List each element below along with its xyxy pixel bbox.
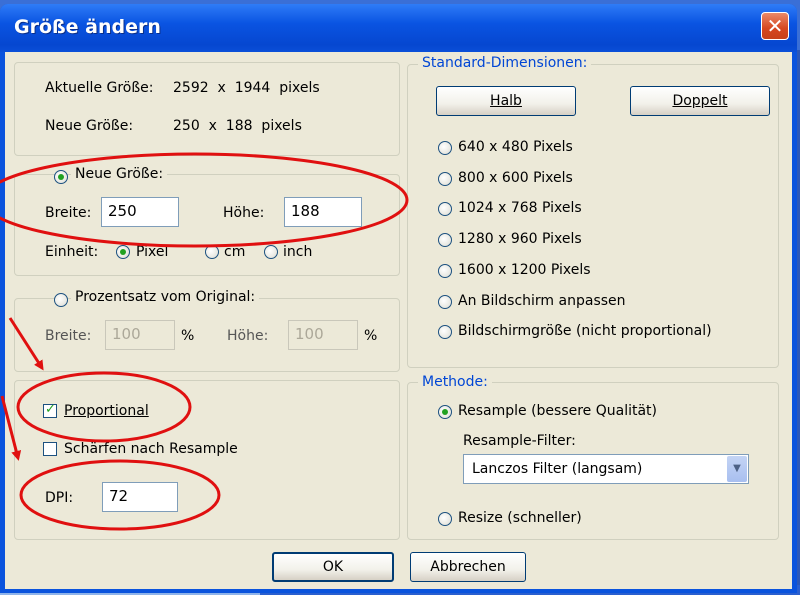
percent-height-input[interactable]: 100 [288,320,358,350]
new-size-label: Neue Größe: [45,118,134,134]
cancel-button[interactable]: Abbrechen [410,552,526,582]
method-legend: Methode: [418,374,492,390]
standard-dimensions-legend: Standard-Dimensionen: [418,55,592,71]
double-button[interactable]: Doppelt [630,86,770,116]
unit-cm-label[interactable]: cm [224,244,245,260]
current-size-label: Aktuelle Größe: [45,80,154,96]
new-size-radio[interactable] [54,170,68,184]
unit-cm-radio[interactable] [205,245,219,259]
dim-800-label[interactable]: 800 x 600 Pixels [458,170,573,186]
percent-height-label: Höhe: [227,328,269,344]
resample-label[interactable]: Resample (bessere Qualität) [458,403,657,419]
dim-1024-label[interactable]: 1024 x 768 Pixels [458,200,582,216]
window-title: Größe ändern [14,16,161,38]
ok-button[interactable]: OK [272,552,394,582]
close-button[interactable]: ✕ [761,12,789,40]
percent-radio[interactable] [54,293,68,307]
resize-radio[interactable] [438,512,452,526]
width-label: Breite: [45,205,92,221]
unit-pixel-radio[interactable] [116,245,130,259]
screen-size-label[interactable]: Bildschirmgröße (nicht proportional) [458,323,712,339]
close-icon: ✕ [766,14,784,38]
dpi-input[interactable]: 72 [102,482,178,512]
dim-1024-radio[interactable] [438,202,452,216]
current-size-value: 2592 x 1944 pixels [173,80,320,96]
dim-800-radio[interactable] [438,172,452,186]
half-button[interactable]: Halb [436,86,576,116]
sharpen-label[interactable]: Schärfen nach Resample [64,441,238,457]
height-input[interactable]: 188 [284,197,362,227]
unit-label: Einheit: [45,244,99,260]
dim-640-radio[interactable] [438,141,452,155]
dim-1600-radio[interactable] [438,264,452,278]
new-size-value: 250 x 188 pixels [173,118,302,134]
size-info-group [14,62,400,156]
proportional-checkbox[interactable] [43,402,57,418]
percent-height-unit: % [364,328,378,344]
unit-inch-label[interactable]: inch [283,244,312,260]
fit-screen-radio[interactable] [438,295,452,309]
resample-radio[interactable] [438,405,452,419]
proportional-label[interactable]: Proportional [64,403,149,419]
dialog-client-area: Aktuelle Größe: 2592 x 1944 pixels Neue … [5,52,792,589]
height-label: Höhe: [223,205,265,221]
percent-legend: Prozentsatz vom Original: [71,289,260,305]
width-input[interactable]: 250 [101,197,179,227]
dim-1280-radio[interactable] [438,233,452,247]
filter-label: Resample-Filter: [463,433,576,449]
title-bar[interactable]: Größe ändern ✕ [0,4,797,52]
dim-1600-label[interactable]: 1600 x 1200 Pixels [458,262,591,278]
chevron-down-icon[interactable]: ▼ [727,456,747,482]
filter-select[interactable]: Lanczos Filter (langsam) ▼ [463,454,749,484]
percent-width-input[interactable]: 100 [105,320,175,350]
filter-select-value: Lanczos Filter (langsam) [472,461,643,477]
percent-width-unit: % [181,328,195,344]
new-size-legend: Neue Größe: [71,166,168,182]
dim-1280-label[interactable]: 1280 x 960 Pixels [458,231,582,247]
unit-inch-radio[interactable] [264,245,278,259]
unit-pixel-label[interactable]: Pixel [136,244,168,260]
dim-640-label[interactable]: 640 x 480 Pixels [458,139,573,155]
screen-size-radio[interactable] [438,325,452,339]
resize-label[interactable]: Resize (schneller) [458,510,582,526]
fit-screen-label[interactable]: An Bildschirm anpassen [458,293,626,309]
sharpen-checkbox[interactable] [43,442,57,456]
percent-width-label: Breite: [45,328,92,344]
dpi-label: DPI: [45,490,74,506]
resize-dialog: Größe ändern ✕ Aktuelle Größe: 2592 x 19… [0,4,797,593]
